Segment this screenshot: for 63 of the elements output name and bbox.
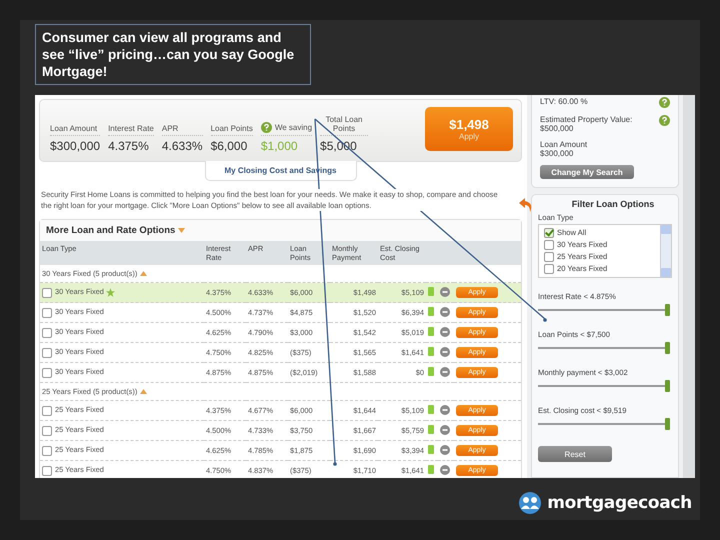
- slider-thumb[interactable]: [665, 304, 670, 316]
- summary-label: Loan Points: [210, 124, 253, 136]
- checkbox[interactable]: [42, 446, 52, 456]
- info-label: Loan Amount: [540, 140, 588, 149]
- slider[interactable]: [538, 342, 670, 354]
- caret-icon[interactable]: [178, 228, 186, 233]
- slider-thumb[interactable]: [665, 418, 670, 430]
- reset-button[interactable]: Reset: [538, 446, 612, 462]
- savings-label: We saving: [274, 123, 312, 132]
- checkbox[interactable]: [544, 264, 554, 274]
- slider[interactable]: [538, 418, 670, 430]
- info-value: $500,000: [540, 124, 574, 133]
- filter-title: Filter Loan Options: [570, 199, 656, 209]
- slider[interactable]: [538, 380, 670, 392]
- help-icon[interactable]: [659, 115, 670, 126]
- help-icon[interactable]: [659, 97, 670, 108]
- checkbox[interactable]: [544, 240, 554, 250]
- slider[interactable]: [538, 304, 670, 316]
- checkbox[interactable]: [544, 252, 554, 262]
- price-card[interactable]: $1,498 Apply: [425, 107, 513, 151]
- info-label: LTV: 60.00 %: [540, 97, 588, 106]
- checkbox[interactable]: [42, 406, 52, 416]
- checkbox[interactable]: [42, 426, 52, 436]
- minus-icon[interactable]: [440, 464, 450, 474]
- checkbox[interactable]: [42, 308, 52, 318]
- minus-icon[interactable]: [440, 424, 450, 434]
- summary-value: 4.633%: [162, 138, 203, 153]
- minus-icon[interactable]: [440, 346, 450, 356]
- checkbox[interactable]: [42, 368, 52, 378]
- minus-icon[interactable]: [440, 366, 450, 376]
- info-label: Estimated Property Value:: [540, 115, 632, 124]
- minus-icon[interactable]: [440, 444, 450, 454]
- checkbox[interactable]: [42, 288, 52, 298]
- checkbox[interactable]: [42, 328, 52, 338]
- summary-label: Interest Rate: [108, 124, 154, 136]
- checkbox[interactable]: [42, 348, 52, 358]
- checkbox[interactable]: [42, 466, 52, 476]
- summary-label: Total Loan Points: [320, 115, 368, 136]
- help-icon[interactable]: [260, 122, 272, 133]
- summary-value: $6,000: [210, 138, 248, 153]
- minus-icon[interactable]: [440, 326, 450, 336]
- change-search-button[interactable]: Change My Search: [540, 165, 634, 179]
- summary-label: Loan Amount: [50, 124, 100, 136]
- section-title: More Loan and Rate Options: [46, 225, 176, 236]
- summary-value: 4.375%: [108, 138, 150, 153]
- summary-label: APR: [162, 124, 203, 136]
- summary-value: $300,000: [50, 138, 100, 153]
- info-value: $300,000: [540, 149, 574, 158]
- savings-value: $1,000: [260, 138, 299, 153]
- minus-icon[interactable]: [440, 306, 450, 316]
- undo-arrow-icon[interactable]: [518, 197, 534, 213]
- people-logo-icon: [519, 492, 542, 514]
- caret-icon[interactable]: [140, 271, 148, 276]
- checkbox[interactable]: [544, 228, 554, 238]
- apply-link[interactable]: Apply: [458, 132, 479, 141]
- minus-icon[interactable]: [440, 286, 450, 296]
- caption-text: Consumer can view all programs and see “live” pricing…can you say Google Mortgage!: [35, 24, 311, 85]
- minus-icon[interactable]: [440, 404, 450, 414]
- caret-icon[interactable]: [140, 389, 148, 394]
- logo-text: mortgagecoach: [547, 493, 692, 513]
- slider-thumb[interactable]: [665, 342, 670, 354]
- price-value: $1,498: [449, 117, 489, 132]
- slider-thumb[interactable]: [665, 380, 670, 392]
